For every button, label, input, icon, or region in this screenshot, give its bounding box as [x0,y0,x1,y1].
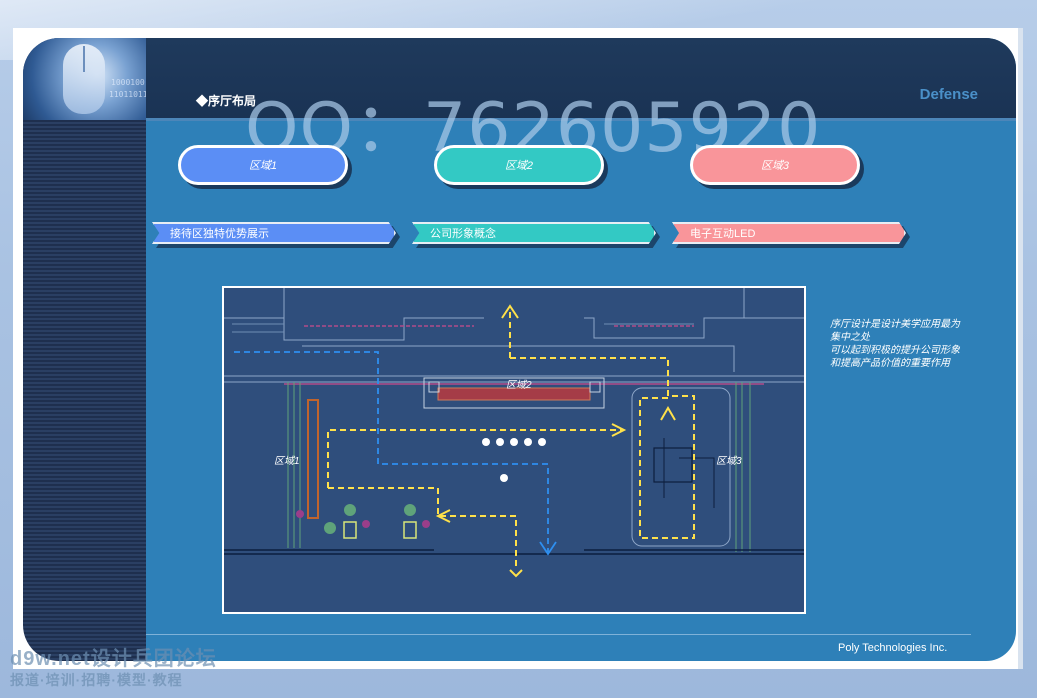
sidebar-mouse-image: 1000100 11011011 [23,38,146,120]
binary-text-2: 11011011 [109,90,146,99]
plan-zone-3-label: 区域3 [716,455,742,467]
window-edge [1018,28,1023,669]
forum-watermark-sub: 报道·培训·招聘·模型·教程 [10,672,183,688]
tag-electronic-led[interactable]: 电子互动LED [672,222,906,244]
tag-reception-advantage[interactable]: 接待区独特优势展示 [152,222,396,244]
floor-plan: 区域1 区域2 区域3 [222,286,806,614]
plan-zone-1-label: 区域1 [274,455,300,467]
footer-divider [146,634,971,635]
plan-zone-2-label: 区域2 [506,379,532,391]
zone-2-button[interactable]: 区域2 [434,145,604,185]
zone-3-button[interactable]: 区域3 [690,145,860,185]
zone-1-button[interactable]: 区域1 [178,145,348,185]
binary-text-1: 1000100 [111,78,145,87]
side-note: 序厅设计是设计美学应用最为集中之处 可以起到积极的提升公司形象和提高产品价值的重… [830,319,960,369]
company-name: Poly Technologies Inc. [838,642,948,654]
brand-label: Defense [919,86,978,103]
sidebar: 1000100 11011011 [23,38,146,661]
floor-plan-drawing: 区域1 区域2 区域3 [224,288,804,578]
mouse-divider [83,46,85,72]
forum-watermark: d9w.net设计兵团论坛 [10,648,217,670]
tag-company-image[interactable]: 公司形象概念 [412,222,656,244]
